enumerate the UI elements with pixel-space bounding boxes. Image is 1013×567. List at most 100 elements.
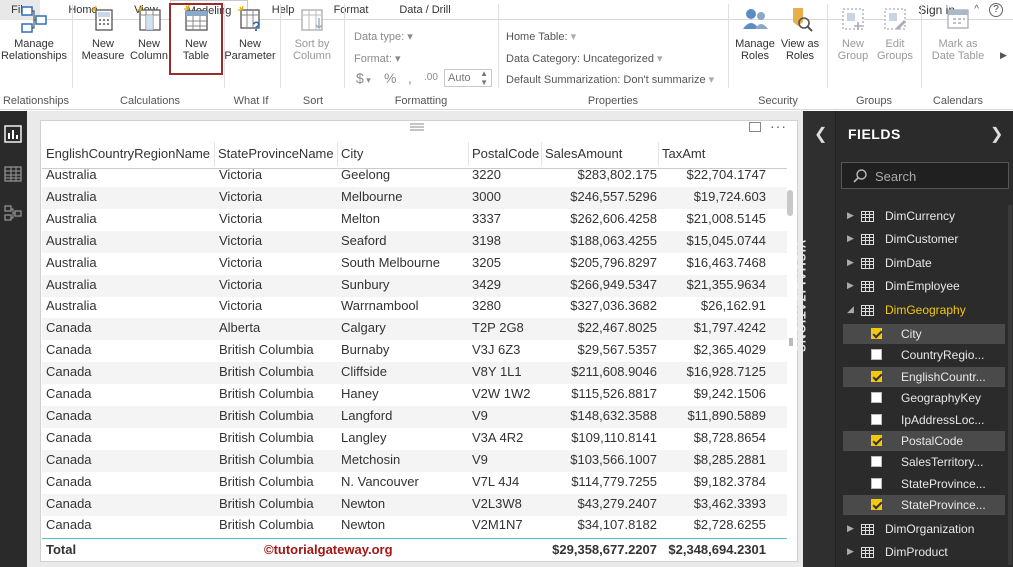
field-checkbox[interactable] <box>871 413 882 425</box>
field-checkbox[interactable] <box>871 499 882 511</box>
table-visual[interactable] <box>40 120 798 562</box>
column-divider[interactable] <box>658 142 659 168</box>
field-checkbox[interactable] <box>871 456 882 468</box>
field-table-dimproduct[interactable]: ▶ DimProduct <box>843 542 1008 564</box>
percent-button[interactable]: % <box>384 70 396 86</box>
collapse-arrow-icon[interactable]: ◢ <box>847 304 854 315</box>
field-item[interactable]: StateProvince... <box>843 495 1005 516</box>
expand-arrow-icon[interactable]: ▶ <box>847 210 854 221</box>
manage-relationships-button[interactable]: Manage Relationships <box>0 4 68 62</box>
manage-roles-label: Manage Roles <box>735 38 775 62</box>
currency-button[interactable]: $ ▾ <box>356 70 371 86</box>
calendar-icon <box>947 9 969 29</box>
tab-data-drill[interactable]: Data / Drill <box>392 0 458 20</box>
data-category-dropdown[interactable]: Data Category: Uncategorized ▾ <box>506 52 663 65</box>
table-icon <box>861 523 874 535</box>
field-label: EnglishCountr... <box>901 369 986 384</box>
field-label: GeographyKey <box>901 391 982 406</box>
data-view-icon[interactable] <box>3 164 23 184</box>
column-header[interactable]: EnglishCountryRegionName <box>46 146 210 166</box>
field-table-dimorganization[interactable]: ▶ DimOrganization <box>843 519 1008 541</box>
new-table-highlight <box>169 3 223 75</box>
table-icon <box>861 281 874 293</box>
calculator-icon <box>91 5 113 31</box>
table-icon <box>861 211 874 222</box>
column-header[interactable]: TaxAmt <box>662 146 705 166</box>
expand-visualizations-icon[interactable]: ❮ <box>814 124 827 144</box>
home-table-label: Home Table: <box>506 31 568 43</box>
default-summarization-dropdown[interactable]: Default Summarization: Don't summarize ▾ <box>506 73 714 86</box>
focus-mode-icon[interactable] <box>749 122 761 132</box>
search-icon <box>853 169 867 183</box>
visualizations-label[interactable]: VISUALIZATIONS <box>794 240 808 353</box>
column-header[interactable]: City <box>341 146 363 166</box>
view-as-roles-label: View as Roles <box>780 38 820 62</box>
manage-roles-button[interactable]: Manage Roles <box>732 4 778 62</box>
field-table-dimemployee[interactable]: ▶ DimEmployee <box>843 276 1008 298</box>
column-divider[interactable] <box>214 142 215 168</box>
field-item[interactable]: IpAddressLoc... <box>843 410 1005 430</box>
column-divider[interactable] <box>468 142 469 168</box>
model-view-icon[interactable] <box>3 203 23 223</box>
field-item[interactable]: GeographyKey <box>843 388 1005 408</box>
expand-arrow-icon[interactable]: ▶ <box>847 523 854 534</box>
comma-button[interactable]: , <box>408 70 412 86</box>
manage-relationships-label: Manage Relationships <box>0 38 68 62</box>
field-item[interactable]: PostalCode <box>843 431 1005 451</box>
new-group-button[interactable]: New Group <box>832 4 874 62</box>
data-type-dropdown[interactable]: Data type: ▾ <box>354 30 413 43</box>
field-checkbox[interactable] <box>871 392 882 404</box>
field-item[interactable]: CountryRegio... <box>843 345 1005 365</box>
decimals-button[interactable]: .00 <box>424 72 438 83</box>
expand-arrow-icon[interactable]: ▶ <box>847 280 854 291</box>
new-measure-button[interactable]: New Measure <box>80 4 126 62</box>
field-item[interactable]: StateProvince... <box>843 474 1005 494</box>
column-divider[interactable] <box>541 142 542 168</box>
more-options-icon[interactable]: ··· <box>770 118 787 134</box>
sort-by-column-button[interactable]: Sort by Column <box>284 4 340 62</box>
field-table-dimgeography[interactable]: ◢ DimGeography <box>843 300 1008 322</box>
column-header[interactable]: PostalCode <box>472 146 539 166</box>
sort-icon <box>301 9 323 31</box>
view-as-roles-button[interactable]: View as Roles <box>778 4 822 62</box>
expand-arrow-icon[interactable]: ▶ <box>847 257 854 268</box>
field-table-dimdate[interactable]: ▶ DimDate <box>843 253 1008 275</box>
new-parameter-label: New Parameter <box>224 38 276 62</box>
expand-arrow-icon[interactable]: ▶ <box>847 546 854 557</box>
column-divider[interactable] <box>337 142 338 168</box>
fields-scrollbar[interactable] <box>1008 205 1012 565</box>
field-table-dimcurrency[interactable]: ▶ DimCurrency <box>843 206 1008 228</box>
field-table-dimcustomer[interactable]: ▶ DimCustomer <box>843 229 1008 251</box>
field-item[interactable]: City <box>843 324 1005 344</box>
home-table-dropdown[interactable]: Home Table: ▾ <box>506 30 576 43</box>
collapse-fields-icon[interactable]: ❯ <box>990 124 1003 144</box>
field-checkbox[interactable] <box>871 328 882 339</box>
new-column-button[interactable]: New Column <box>126 4 172 62</box>
new-measure-label: New Measure <box>81 38 125 62</box>
new-column-icon <box>137 5 161 31</box>
ribbon-scroll-right-icon[interactable]: ▶ <box>1000 50 1007 61</box>
field-item[interactable]: SalesTerritory... <box>843 452 1005 472</box>
currency-symbol: $ <box>356 70 364 86</box>
total-sales-amount: $29,358,677.2207 <box>552 542 657 557</box>
field-checkbox[interactable] <box>871 435 882 446</box>
field-checkbox[interactable] <box>871 477 882 489</box>
column-header[interactable]: SalesAmount <box>545 146 622 166</box>
table-scrollbar-thumb[interactable] <box>787 190 793 216</box>
report-view-icon[interactable] <box>3 124 23 144</box>
help-icon[interactable]: ? <box>989 3 1003 17</box>
resize-handle[interactable] <box>789 338 793 346</box>
expand-arrow-icon[interactable]: ▶ <box>847 233 854 244</box>
edit-groups-button[interactable]: Edit Groups <box>874 4 916 62</box>
field-label: CountryRegio... <box>901 348 985 363</box>
group-label-groups: Groups <box>855 95 893 107</box>
decimal-places-stepper[interactable]: Auto ▲ ▼ <box>444 69 492 87</box>
format-dropdown[interactable]: Format: ▾ <box>354 52 400 65</box>
column-header[interactable]: StateProvinceName <box>218 146 334 166</box>
field-checkbox[interactable] <box>871 370 882 382</box>
mark-as-date-table-button[interactable]: Mark as Date Table <box>926 4 990 62</box>
field-checkbox[interactable] <box>871 349 882 361</box>
new-parameter-button[interactable]: ? New Parameter <box>224 4 276 62</box>
field-item[interactable]: EnglishCountr... <box>843 366 1005 387</box>
drag-handle-icon[interactable] <box>410 123 424 131</box>
